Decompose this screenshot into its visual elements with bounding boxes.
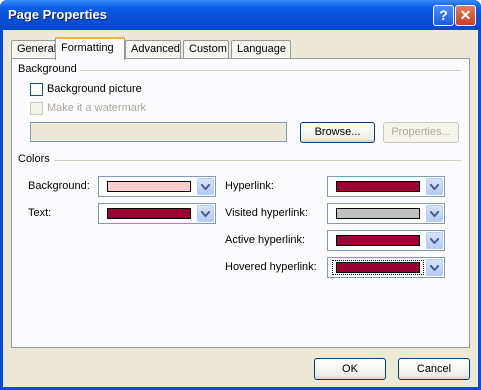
hyperlink-color-dropdown[interactable]: [327, 176, 445, 197]
tab-custom[interactable]: Custom: [183, 40, 229, 58]
watermark-checkbox[interactable]: [30, 102, 43, 115]
chevron-down-icon[interactable]: [426, 178, 443, 195]
properties-button[interactable]: Properties...: [383, 122, 459, 143]
background-color-label: Background:: [28, 180, 90, 192]
colors-divider: [54, 160, 461, 161]
chevron-down-icon[interactable]: [426, 232, 443, 249]
background-group-label: Background: [18, 63, 77, 75]
background-divider: [80, 70, 461, 71]
help-icon[interactable]: ?: [433, 5, 454, 26]
window-title: Page Properties: [8, 7, 107, 22]
title-bar[interactable]: Page Properties ? ✕: [0, 0, 481, 30]
background-color-dropdown[interactable]: [98, 176, 216, 197]
active-hyperlink-color-swatch: [336, 235, 420, 246]
hyperlink-color-label: Hyperlink:: [225, 180, 274, 192]
dialog-window: Page Properties ? ✕ General Formatting A…: [0, 0, 481, 390]
background-picture-checkbox[interactable]: [30, 83, 43, 96]
active-hyperlink-color-dropdown[interactable]: [327, 230, 445, 251]
close-icon[interactable]: ✕: [455, 5, 476, 26]
picture-path-input[interactable]: [30, 122, 287, 142]
text-color-dropdown[interactable]: [98, 203, 216, 224]
ok-button[interactable]: OK: [314, 358, 386, 380]
background-color-swatch: [107, 181, 191, 192]
text-color-label: Text:: [28, 207, 52, 219]
colors-group-label: Colors: [18, 153, 50, 165]
chevron-down-icon[interactable]: [197, 178, 214, 195]
visited-hyperlink-color-dropdown[interactable]: [327, 203, 445, 224]
hovered-hyperlink-color-dropdown[interactable]: [327, 257, 445, 278]
visited-hyperlink-color-label: Visited hyperlink:: [225, 207, 308, 219]
tab-advanced[interactable]: Advanced: [125, 40, 181, 58]
formatting-panel: Background Background picture Make it a …: [11, 58, 470, 348]
tab-general[interactable]: General: [11, 40, 57, 58]
tab-formatting[interactable]: Formatting: [55, 37, 125, 60]
hyperlink-color-swatch: [336, 181, 420, 192]
chevron-down-icon[interactable]: [426, 205, 443, 222]
text-color-swatch: [107, 208, 191, 219]
background-picture-label[interactable]: Background picture: [47, 83, 142, 95]
tab-language[interactable]: Language: [231, 40, 291, 58]
chevron-down-icon[interactable]: [197, 205, 214, 222]
dialog-client: General Formatting Advanced Custom Langu…: [3, 30, 478, 387]
active-hyperlink-color-label: Active hyperlink:: [225, 234, 306, 246]
hovered-hyperlink-color-label: Hovered hyperlink:: [225, 261, 317, 273]
visited-hyperlink-color-swatch: [336, 208, 420, 219]
chevron-down-icon[interactable]: [426, 259, 443, 276]
browse-button[interactable]: Browse...: [300, 122, 375, 143]
hovered-hyperlink-color-swatch: [336, 262, 420, 273]
watermark-label: Make it a watermark: [47, 102, 147, 114]
cancel-button[interactable]: Cancel: [398, 358, 470, 380]
